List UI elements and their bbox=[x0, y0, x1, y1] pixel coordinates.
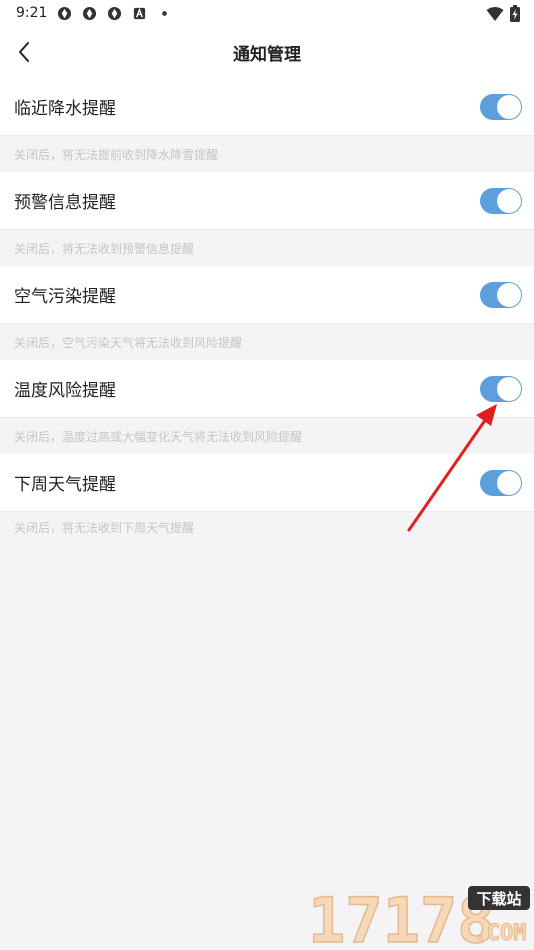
setting-label: 临近降水提醒 bbox=[14, 99, 116, 119]
air-pollution-toggle[interactable] bbox=[480, 282, 522, 308]
chevron-left-icon bbox=[19, 42, 29, 62]
watermark-domain-text: .COM bbox=[474, 921, 527, 946]
status-right-icons bbox=[480, 5, 520, 22]
setting-hint: 关闭后，空气污染天气将无法收到风险提醒 bbox=[0, 324, 534, 360]
watermark-main-text: 17178 bbox=[308, 884, 495, 948]
watermark-sub-text: 下载站 bbox=[476, 890, 521, 908]
alert-a-icon bbox=[134, 7, 146, 19]
toggle-knob bbox=[497, 283, 521, 307]
dot-icon bbox=[162, 10, 168, 16]
status-time: 9:21 bbox=[16, 5, 48, 21]
app-notification-icon bbox=[83, 6, 97, 20]
precipitation-toggle[interactable] bbox=[480, 94, 522, 120]
status-bar: 9:21 bbox=[0, 0, 534, 26]
toggle-knob bbox=[497, 95, 521, 119]
setting-hint: 关闭后，将无法提前收到降水降雪提醒 bbox=[0, 136, 534, 172]
site-watermark-logo: 17178 下载站 .COM bbox=[307, 884, 530, 948]
setting-label: 预警信息提醒 bbox=[14, 193, 116, 213]
setting-row-precipitation: 临近降水提醒 bbox=[0, 78, 534, 136]
battery-charging-icon bbox=[510, 5, 520, 22]
page-title: 通知管理 bbox=[233, 44, 301, 65]
setting-row-warning: 预警信息提醒 bbox=[0, 172, 534, 230]
setting-hint: 关闭后，将无法收到预警信息提醒 bbox=[0, 230, 534, 266]
setting-row-air-pollution: 空气污染提醒 bbox=[0, 266, 534, 324]
warning-toggle[interactable] bbox=[480, 188, 522, 214]
setting-label: 空气污染提醒 bbox=[14, 287, 116, 307]
annotation-arrow-icon bbox=[407, 404, 497, 532]
wifi-icon bbox=[486, 6, 504, 21]
back-button[interactable] bbox=[12, 38, 36, 66]
app-notification-icon bbox=[58, 6, 72, 20]
setting-label: 温度风险提醒 bbox=[14, 381, 116, 401]
app-notification-icon bbox=[108, 6, 122, 20]
app-header: 通知管理 bbox=[0, 26, 534, 78]
toggle-knob bbox=[497, 189, 521, 213]
setting-label: 下周天气提醒 bbox=[14, 475, 116, 495]
